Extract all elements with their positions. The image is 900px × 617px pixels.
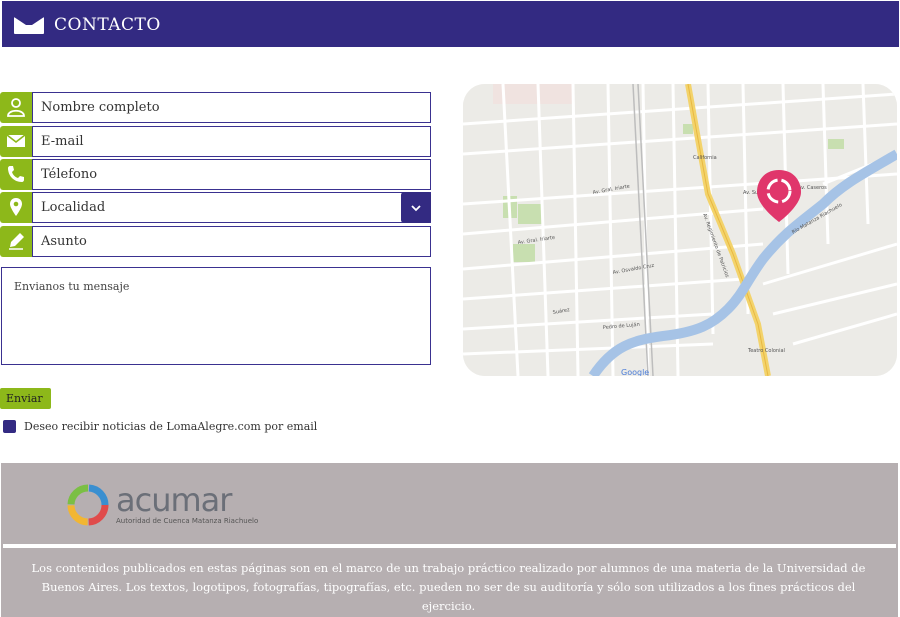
acumar-logo-mark (67, 484, 109, 526)
locality-field-row: Localidad (0, 192, 431, 223)
newsletter-checkbox[interactable] (3, 420, 16, 433)
newsletter-label: Deseo recibir noticias de LomaAlegre.com… (24, 420, 318, 433)
contact-header: CONTACTO (2, 1, 899, 47)
svg-text:Av. Caseros: Av. Caseros (798, 185, 827, 191)
pencil-icon (0, 226, 32, 257)
message-textarea[interactable]: Envianos tu mensaje (1, 267, 431, 365)
footer: acumar Autoridad de Cuenca Matanza Riach… (1, 463, 898, 617)
send-button[interactable]: Enviar (0, 388, 51, 409)
phone-input[interactable]: Télefono (32, 159, 431, 190)
logo-wordmark: acumar (116, 481, 232, 519)
page-title: CONTACTO (54, 15, 161, 35)
location-pin-icon (0, 192, 32, 223)
phone-field-row: Télefono (0, 159, 431, 190)
footer-disclaimer: Los contenidos publicados en estas págin… (31, 561, 866, 613)
footer-divider (3, 544, 896, 548)
mail-icon (0, 126, 32, 157)
name-field-row: Nombre completo (0, 92, 431, 123)
map-canvas: Av. Gral. Iriarte Av. Osvaldo Cruz Pedro… (463, 84, 897, 376)
locality-dropdown-button[interactable] (401, 192, 431, 223)
svg-text:Google: Google (621, 368, 649, 376)
email-field-row: E-mail (0, 126, 431, 157)
envelope-icon (14, 17, 44, 34)
svg-text:California: California (693, 155, 717, 161)
locality-select[interactable]: Localidad (32, 192, 431, 223)
name-input[interactable]: Nombre completo (32, 92, 431, 123)
phone-icon (0, 159, 32, 190)
location-map[interactable]: Av. Gral. Iriarte Av. Osvaldo Cruz Pedro… (463, 84, 897, 376)
subject-input[interactable]: Asunto (32, 226, 431, 257)
email-input[interactable]: E-mail (32, 126, 431, 157)
logo-tagline: Autoridad de Cuenca Matanza Riachuelo (116, 517, 259, 525)
chevron-down-icon (411, 205, 421, 212)
svg-text:Teatro Colonial: Teatro Colonial (747, 348, 785, 354)
user-icon (0, 92, 32, 123)
acumar-logo[interactable]: acumar Autoridad de Cuenca Matanza Riach… (66, 481, 258, 529)
subject-field-row: Asunto (0, 226, 431, 257)
